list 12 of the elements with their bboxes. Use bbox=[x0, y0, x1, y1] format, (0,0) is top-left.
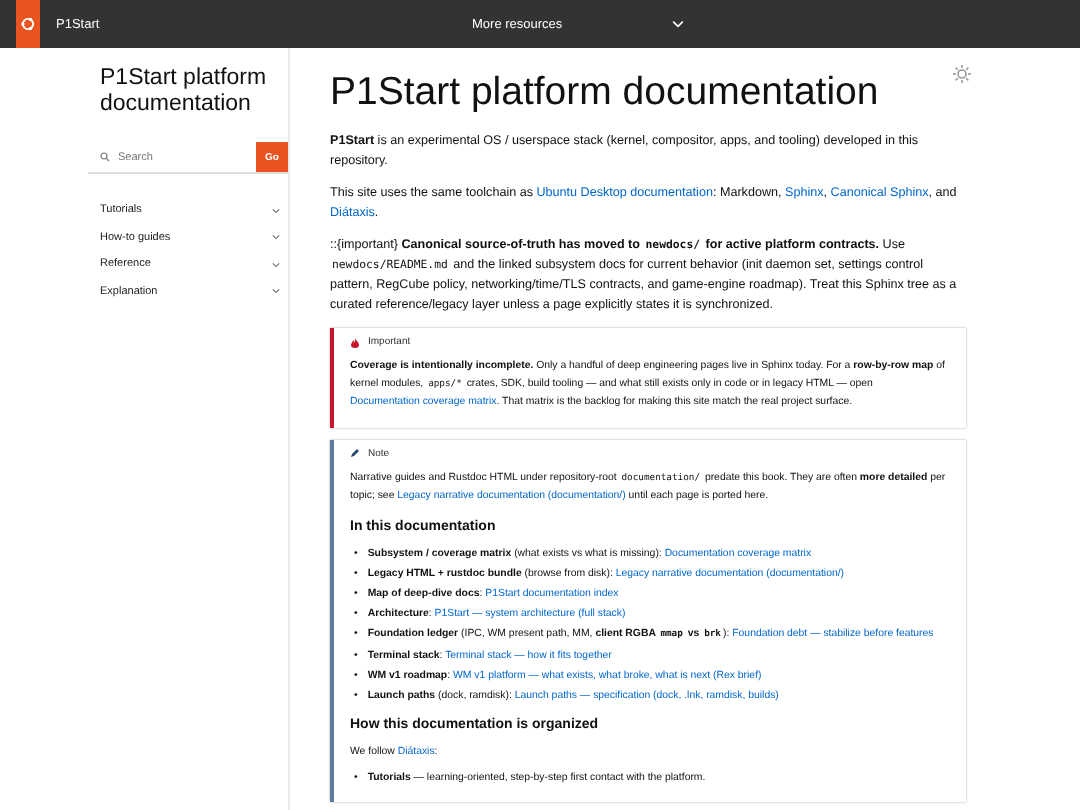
chevron-down-icon bbox=[272, 234, 280, 241]
chevron-down-icon bbox=[272, 207, 280, 214]
sidebar-title[interactable]: P1Start platform documentation bbox=[100, 66, 288, 118]
pencil-icon bbox=[350, 448, 360, 458]
chevron-down-icon bbox=[272, 261, 280, 268]
sun-icon[interactable] bbox=[952, 64, 972, 84]
page-title: P1Start platform documentation bbox=[330, 68, 879, 116]
logo-icon[interactable] bbox=[16, 0, 40, 48]
chevron-down-icon bbox=[272, 288, 280, 295]
chevron-down-icon bbox=[672, 20, 684, 28]
flame-icon bbox=[350, 337, 360, 347]
search-icon bbox=[100, 152, 110, 162]
